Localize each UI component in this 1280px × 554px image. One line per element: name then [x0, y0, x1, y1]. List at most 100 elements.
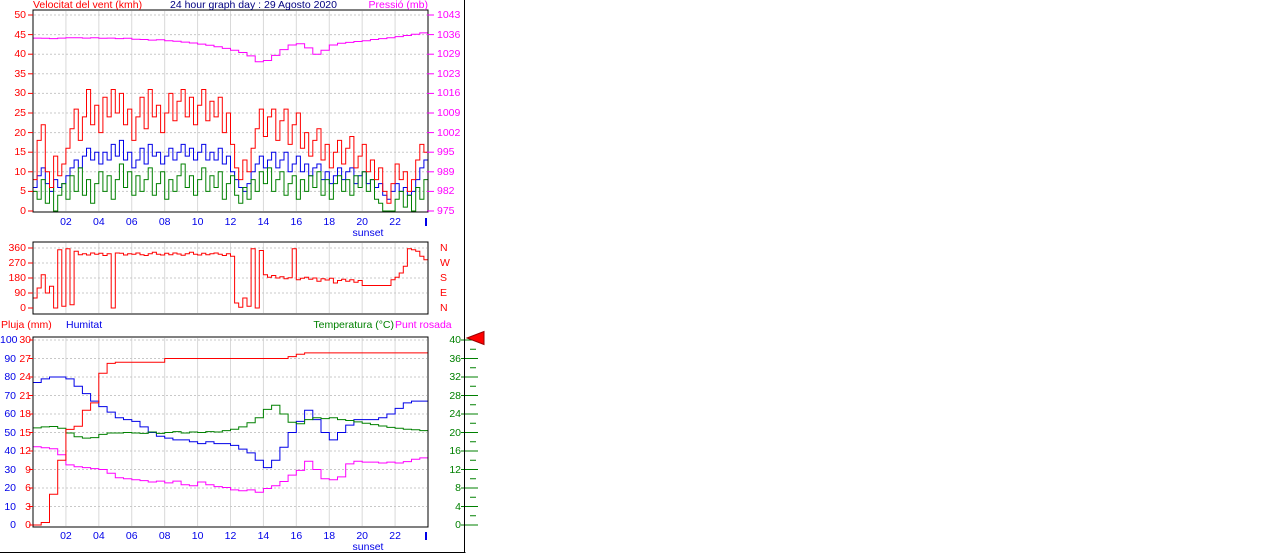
rain-y-axis-label: 24 [19, 371, 31, 383]
wind-y-axis-label: 40 [14, 48, 26, 61]
pressure-y-axis-label: 975 [437, 205, 455, 217]
wind-y-axis-label: 50 [14, 9, 26, 21]
wind-y-axis-label: 25 [14, 107, 26, 119]
sunset-label-bottom: sunset [352, 541, 384, 553]
pressure-y-axis-label: 995 [437, 146, 455, 159]
temperature-y-axis-label: 8 [455, 482, 461, 494]
hour-label-bottom: 14 [257, 530, 270, 542]
direction-y-axis-label: 360 [8, 242, 26, 254]
wind-chart-title: Velocitat del vent (kmh) [33, 0, 143, 11]
pressure-y-axis-label: 982 [437, 185, 455, 198]
hour-label-bottom: 20 [356, 530, 368, 542]
end-of-day-marker-bottom [425, 532, 427, 540]
direction-y-axis-label: 270 [8, 257, 26, 269]
sunset-label-top: sunset [352, 227, 384, 239]
hour-label-top: 06 [125, 216, 138, 228]
hour-label-bottom: 10 [191, 530, 204, 542]
pressure-y-axis-label: 1002 [437, 126, 461, 139]
temperature-y-axis-label: 32 [449, 371, 461, 383]
hour-label-bottom: 12 [224, 530, 237, 542]
temperature-y-axis-label: 4 [455, 500, 461, 513]
hour-label-top: 10 [191, 216, 204, 228]
hour-label-bottom: 18 [323, 530, 336, 542]
hour-label-top: 04 [92, 216, 105, 228]
pressure-y-axis-label: 1029 [437, 48, 461, 61]
rain-y-axis-label: 27 [19, 352, 31, 365]
wind-y-axis-label: 0 [20, 205, 26, 217]
humidity-y-axis-label: 20 [4, 482, 16, 494]
hour-label-bottom: 22 [389, 530, 401, 542]
pressure-y-axis-label: 989 [437, 165, 455, 178]
direction-compass-label: E [440, 287, 448, 299]
pressure-y-axis-label: 1009 [437, 107, 461, 119]
hour-label-bottom: 02 [60, 530, 72, 542]
wind-y-axis-label: 10 [14, 165, 26, 178]
pressure-y-axis-label: 1016 [437, 87, 461, 100]
pressure-y-axis-label: 1036 [437, 28, 461, 41]
temperature-y-axis-label: 40 [449, 334, 461, 346]
hour-label-top: 08 [158, 216, 171, 228]
humidity-series-label: Humitat [66, 319, 103, 331]
humidity-y-axis-label: 100 [0, 334, 18, 346]
hour-label-top: 22 [389, 216, 401, 228]
hour-label-bottom: 08 [158, 530, 171, 542]
hour-label-top: 18 [323, 216, 336, 228]
humidity-y-axis-label: 10 [4, 500, 16, 513]
rain-y-axis-label: 6 [25, 482, 31, 494]
direction-compass-label: N [440, 302, 448, 314]
temperature-y-axis-label: 0 [455, 519, 461, 531]
rain-series-label: Pluja (mm) [1, 319, 52, 331]
wind-y-axis-label: 15 [14, 146, 26, 159]
pressure-y-axis-label: 1023 [437, 67, 461, 80]
hour-label-top: 14 [257, 216, 270, 228]
hour-label-top: 02 [60, 216, 72, 228]
end-of-day-marker-top [425, 218, 427, 226]
dewpoint-series-label: Punt rosada [395, 319, 452, 331]
humidity-y-axis-label: 50 [4, 426, 16, 439]
direction-y-axis-label: 180 [8, 272, 26, 284]
humidity-y-axis-label: 30 [4, 463, 16, 476]
temperature-y-axis-label: 36 [449, 352, 461, 365]
temperature-series-label: Temperatura (°C) [313, 319, 394, 331]
rain-y-axis-label: 9 [25, 463, 31, 476]
hour-label-bottom: 06 [125, 530, 138, 542]
hour-label-top: 12 [224, 216, 237, 228]
pressure-y-axis-label: 1043 [437, 9, 461, 21]
wind-y-axis-label: 20 [14, 126, 26, 139]
pressure-chart-title: Pressió (mb) [368, 0, 428, 11]
rain-y-axis-label: 30 [19, 334, 31, 346]
rain-y-axis-label: 0 [25, 519, 31, 531]
wind-y-axis-label: 45 [14, 28, 26, 41]
direction-compass-label: W [440, 257, 450, 269]
weather-app-window: Velocitat del vent (kmh) 24 hour graph d… [0, 0, 1280, 554]
wind-y-axis-label: 35 [14, 67, 26, 80]
humidity-y-axis-label: 40 [4, 445, 16, 457]
humidity-y-axis-label: 60 [4, 408, 16, 420]
temperature-y-axis-label: 12 [449, 463, 461, 476]
humidity-y-axis-label: 80 [4, 371, 16, 383]
graph-date-title: 24 hour graph day : 29 Agosto 2020 [170, 0, 337, 11]
hour-label-bottom: 04 [92, 530, 105, 542]
direction-compass-label: N [440, 242, 448, 254]
direction-compass-label: S [440, 272, 448, 284]
rain-y-axis-label: 15 [19, 426, 31, 439]
rain-y-axis-label: 21 [19, 389, 31, 402]
charts-canvas [0, 0, 485, 553]
rain-y-axis-label: 3 [25, 500, 31, 513]
temperature-y-axis-label: 28 [449, 389, 461, 402]
temperature-y-axis-label: 16 [449, 445, 461, 457]
rain-y-axis-label: 18 [19, 408, 31, 420]
humidity-y-axis-label: 70 [4, 389, 16, 402]
humidity-y-axis-label: 0 [10, 519, 16, 531]
hour-label-bottom: 16 [290, 530, 303, 542]
direction-y-axis-label: 90 [14, 287, 26, 299]
wind-y-axis-label: 5 [20, 185, 26, 198]
hour-label-top: 16 [290, 216, 303, 228]
rain-y-axis-label: 12 [19, 445, 31, 457]
direction-y-axis-label: 0 [20, 302, 26, 314]
wind-y-axis-label: 30 [14, 87, 26, 100]
temperature-y-axis-label: 20 [449, 426, 461, 439]
temperature-marker-triangle [465, 330, 485, 346]
humidity-y-axis-label: 90 [4, 352, 16, 365]
temperature-y-axis-label: 24 [449, 408, 461, 420]
